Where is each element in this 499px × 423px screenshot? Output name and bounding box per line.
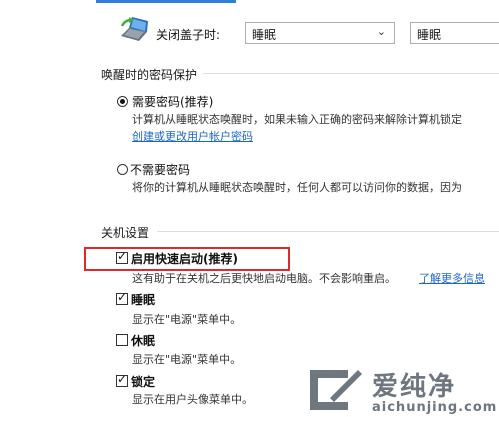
lid-close-battery-value: 睡眠: [252, 28, 277, 42]
laptop-lid-icon: [118, 14, 150, 46]
no-password-label[interactable]: 不需要密码: [130, 161, 190, 178]
wake-password-section-title: 唤醒时的密码保护: [101, 68, 198, 82]
fast-startup-desc: 这有助于在关机之后更快地启动电脑。不会影响重启。: [132, 272, 396, 285]
change-password-link[interactable]: 创建或更改用户帐户密码: [132, 128, 253, 144]
shutdown-section-title: 关机设置: [101, 226, 150, 240]
lid-close-plugged-select[interactable]: 睡眠: [410, 22, 499, 44]
require-password-label[interactable]: 需要密码(推荐): [132, 93, 213, 110]
highlight-box: [84, 247, 290, 271]
lock-label[interactable]: 锁定: [131, 373, 155, 390]
watermark-name: 爱纯净: [372, 372, 457, 402]
sleep-checkbox[interactable]: [116, 290, 128, 305]
no-password-desc: 将你的计算机从睡眠状态唤醒时，任何人都可以访问你的数据，因为: [132, 181, 462, 194]
watermark-logo-icon: [304, 362, 364, 418]
require-password-radio[interactable]: [117, 96, 128, 107]
no-password-radio[interactable]: [117, 164, 128, 175]
lid-close-battery-select[interactable]: 睡眠 ⌄: [245, 22, 395, 44]
lid-close-plugged-value: 睡眠: [417, 28, 442, 42]
sleep-label[interactable]: 睡眠: [131, 291, 155, 308]
hibernate-checkbox[interactable]: [116, 334, 128, 346]
require-password-desc: 计算机从睡眠状态唤醒时，如果未输入正确的密码来解除计算机锁定: [132, 113, 462, 126]
hibernate-label[interactable]: 休眠: [131, 332, 155, 349]
learn-more-link[interactable]: 了解更多信息: [419, 270, 485, 286]
section-divider: [203, 73, 499, 74]
hibernate-desc: 显示在"电源"菜单中。: [132, 353, 242, 366]
lock-desc: 显示在用户头像菜单中。: [132, 393, 253, 406]
chevron-down-icon: ⌄: [376, 25, 386, 38]
accent-line: [96, 0, 236, 3]
section-divider: [157, 231, 499, 232]
watermark-url: aichunjing.com: [372, 400, 498, 415]
sleep-desc: 显示在"电源"菜单中。: [132, 313, 242, 326]
lock-checkbox[interactable]: [116, 372, 128, 387]
lid-close-label: 关闭盖子时:: [156, 28, 221, 42]
